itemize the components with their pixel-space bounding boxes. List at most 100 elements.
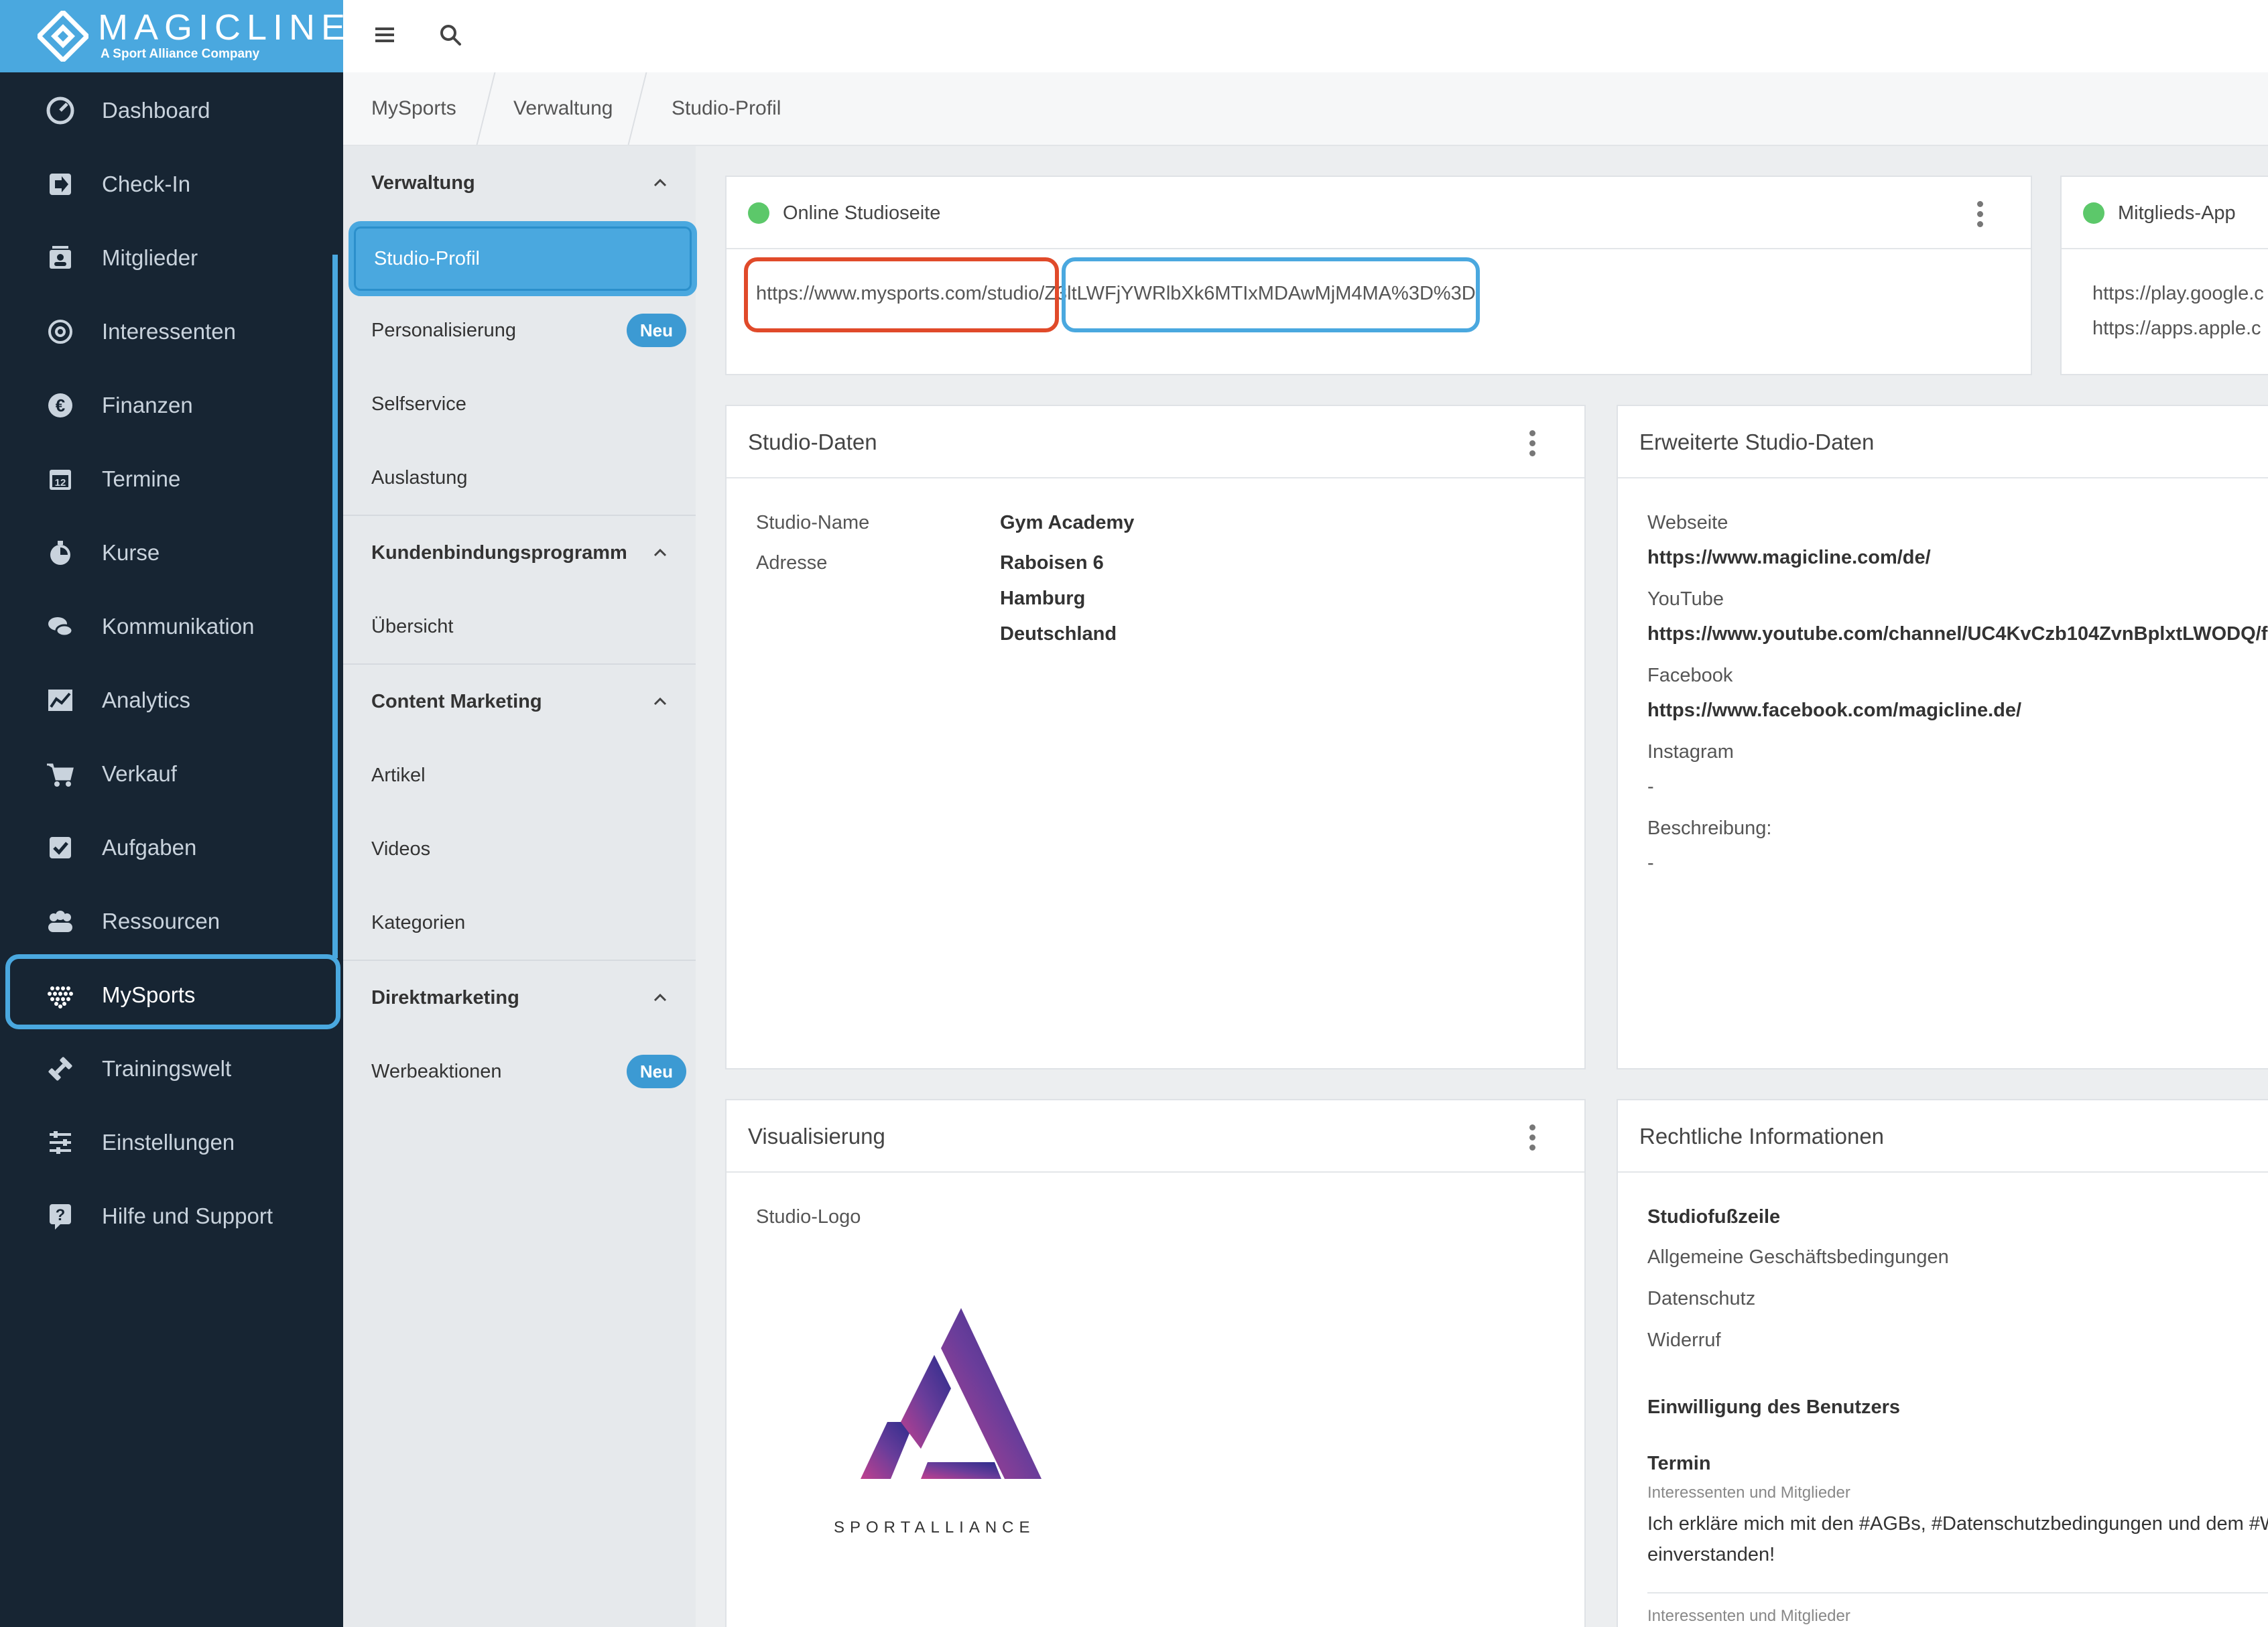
youtube-value[interactable]: https://www.youtube.com/channel/UC4KvCzb… xyxy=(1647,623,2268,645)
submenu-item-auslastung[interactable]: Auslastung xyxy=(343,441,696,515)
more-options-icon[interactable] xyxy=(1529,1124,1536,1151)
card-header: Online Studioseite xyxy=(727,177,2031,249)
visualization-card: Visualisierung Studio-Logo SPORTALLIANCE xyxy=(725,1099,1586,1627)
submenu-section-title: Direktmarketing xyxy=(371,987,519,1008)
nav-item-label: Check-In xyxy=(102,172,191,196)
submenu-section-content-marketing[interactable]: Content Marketing xyxy=(343,665,696,738)
consent-item-audience: Interessenten und Mitglieder xyxy=(1647,1607,1850,1625)
checkbox-icon xyxy=(50,837,71,858)
website-label: Webseite xyxy=(1647,512,1728,533)
nav-item-label: Verkauf xyxy=(102,761,177,786)
brand-name: MAGICLINE xyxy=(98,7,352,48)
nav-item-termine[interactable]: 12 Termine xyxy=(0,442,343,516)
nav-item-finanzen[interactable]: € Finanzen xyxy=(0,369,343,442)
submenu-section-verwaltung[interactable]: Verwaltung xyxy=(343,146,696,220)
card-header: Erweiterte Studio-Daten xyxy=(1618,406,2268,478)
dumbbell-icon xyxy=(48,1057,72,1081)
submenu-item-label: Studio-Profil xyxy=(374,248,480,269)
logo-wordmark: SPORTALLIANCE xyxy=(834,1518,1035,1537)
nav-item-interessenten[interactable]: Interessenten xyxy=(0,295,343,369)
svg-text:12: 12 xyxy=(55,477,66,489)
submenu-section-title: Kundenbindungsprogramm xyxy=(371,542,627,564)
nav-item-kurse[interactable]: Kurse xyxy=(0,516,343,590)
euro-icon: € xyxy=(48,393,72,417)
submenu-section-kundenbindungsprogramm[interactable]: Kundenbindungsprogramm xyxy=(343,516,696,590)
sliders-icon xyxy=(50,1131,71,1154)
address-street: Raboisen 6 xyxy=(1000,552,1104,574)
submenu-item-kategorien[interactable]: Kategorien xyxy=(343,886,696,960)
consent-heading: Einwilligung des Benutzers xyxy=(1647,1396,1901,1418)
description-value: - xyxy=(1647,852,1654,874)
nav-item-label: Finanzen xyxy=(102,393,193,417)
members-icon xyxy=(50,246,71,269)
card-title: Mitglieds-App xyxy=(2118,202,2236,224)
search-icon[interactable] xyxy=(438,23,462,47)
check-in-icon xyxy=(50,174,71,195)
nav-item-check-in[interactable]: Check-In xyxy=(0,147,343,221)
nav-item-label: Kurse xyxy=(102,540,160,565)
nav-item-einstellungen[interactable]: Einstellungen xyxy=(0,1106,343,1179)
card-header: Studio-Daten xyxy=(727,406,1584,478)
legal-info-card: Rechtliche Informationen Studiofußzeile … xyxy=(1617,1099,2268,1627)
submenu-item-label: Übersicht xyxy=(371,616,454,637)
svg-text:€: € xyxy=(56,395,65,415)
submenu-section-direktmarketing[interactable]: Direktmarketing xyxy=(343,961,696,1035)
card-title: Erweiterte Studio-Daten xyxy=(1639,430,1875,454)
nav-item-trainingswelt[interactable]: Trainingswelt xyxy=(0,1032,343,1106)
submenu-item-label: Werbeaktionen xyxy=(371,1061,502,1082)
nav-item-label: Trainingswelt xyxy=(102,1056,232,1081)
legal-item-agb[interactable]: Allgemeine Geschäftsbedingungen xyxy=(1647,1246,1949,1268)
nav-item-analytics[interactable]: Analytics xyxy=(0,663,343,737)
studio-logo-label: Studio-Logo xyxy=(756,1206,861,1228)
submenu-item-studio-profil[interactable]: Studio-Profil xyxy=(349,221,697,296)
legal-item-widerruf[interactable]: Widerruf xyxy=(1647,1329,1721,1352)
address-label: Adresse xyxy=(756,552,828,574)
nav-item-label: Einstellungen xyxy=(102,1130,235,1155)
nav-item-mitglieder[interactable]: Mitglieder xyxy=(0,221,343,295)
logo[interactable]: MAGICLINE A Sport Alliance Company xyxy=(0,0,345,72)
breadcrumb-mysports[interactable]: MySports xyxy=(371,72,456,145)
breadcrumb-separator xyxy=(476,72,496,145)
nav-item-label: Ressourcen xyxy=(102,909,220,933)
nav-item-kommunikation[interactable]: Kommunikation xyxy=(0,590,343,663)
hamburger-icon[interactable] xyxy=(374,24,395,46)
submenu-section-title: Content Marketing xyxy=(371,691,542,712)
app-store-url[interactable]: https://apps.apple.c xyxy=(2092,318,2261,340)
nav-item-aufgaben[interactable]: Aufgaben xyxy=(0,811,343,885)
studio-name-label: Studio-Name xyxy=(756,512,870,533)
cart-icon xyxy=(47,763,74,787)
status-online-dot xyxy=(2083,202,2104,224)
submenu-item-uebersicht[interactable]: Übersicht xyxy=(343,590,696,663)
studio-name-value: Gym Academy xyxy=(1000,512,1135,533)
nav-item-dashboard[interactable]: Dashboard xyxy=(0,74,343,147)
new-badge: Neu xyxy=(626,314,686,347)
nav-item-label: Termine xyxy=(102,466,181,491)
nav-item-ressourcen[interactable]: Ressourcen xyxy=(0,885,343,958)
submenu-item-personalisierung[interactable]: Personalisierung Neu xyxy=(343,294,696,367)
nav-item-label: Interessenten xyxy=(102,319,236,344)
play-store-url[interactable]: https://play.google.c xyxy=(2092,283,2264,305)
card-header: Visualisierung xyxy=(727,1100,1584,1173)
nav-item-verkauf[interactable]: Verkauf xyxy=(0,737,343,811)
address-city: Hamburg xyxy=(1000,588,1086,609)
studio-logo-image[interactable] xyxy=(834,1308,1055,1502)
more-options-icon[interactable] xyxy=(1529,430,1536,457)
submenu-item-artikel[interactable]: Artikel xyxy=(343,738,696,812)
submenu-item-label: Personalisierung xyxy=(371,320,517,341)
more-options-icon[interactable] xyxy=(1977,201,1984,228)
nav-item-label: Aufgaben xyxy=(102,835,197,860)
website-value[interactable]: https://www.magicline.com/de/ xyxy=(1647,547,1931,569)
submenu-item-werbeaktionen[interactable]: Werbeaktionen Neu xyxy=(343,1035,696,1108)
submenu-item-label: Kategorien xyxy=(371,912,466,933)
instagram-label: Instagram xyxy=(1647,741,1734,763)
breadcrumb-verwaltung[interactable]: Verwaltung xyxy=(513,72,613,145)
online-page-card: Online Studioseite https://www.mysports.… xyxy=(725,176,2032,375)
facebook-value[interactable]: https://www.facebook.com/magicline.de/ xyxy=(1647,700,2021,722)
nav-item-hilfe-und-support[interactable]: ? Hilfe und Support xyxy=(0,1179,343,1253)
submenu-item-selfservice[interactable]: Selfservice xyxy=(343,367,696,441)
legal-item-datenschutz[interactable]: Datenschutz xyxy=(1647,1288,1755,1310)
brand-tagline: A Sport Alliance Company xyxy=(101,47,260,61)
submenu-item-videos[interactable]: Videos xyxy=(343,812,696,886)
nav-item-label: Dashboard xyxy=(102,98,210,123)
nav-item-label: Mitglieder xyxy=(102,245,198,270)
